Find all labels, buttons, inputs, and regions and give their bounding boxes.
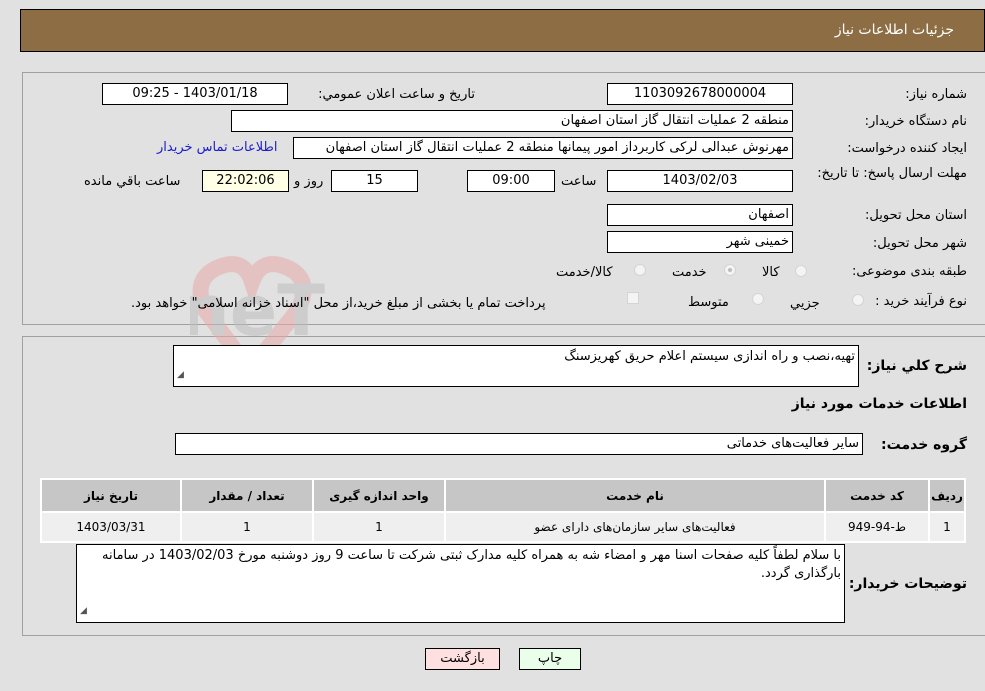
service-group-label: گروه خدمت: xyxy=(881,437,967,453)
treasury-checkbox[interactable] xyxy=(627,292,639,304)
deadline-hour-label: ساعت xyxy=(561,174,597,189)
process-radio-partial[interactable] xyxy=(852,294,864,306)
buyer-notes-label: توضیحات خریدار: xyxy=(848,576,967,592)
services-table: ردیف کد خدمت نام خدمت واحد اندازه گیری ت… xyxy=(40,478,966,543)
back-button[interactable]: بازگشت xyxy=(425,648,500,670)
process-label: نوع فرآیند خرید : xyxy=(875,294,967,309)
city-label: شهر محل تحویل: xyxy=(872,236,967,251)
table-row: 1 ط-94-949 فعالیت‌های سایر سازمان‌های دا… xyxy=(40,511,966,543)
category-option-service: خدمت xyxy=(672,265,707,280)
resize-grip-icon[interactable]: ◢ xyxy=(80,602,87,620)
creator-label: ایجاد کننده درخواست: xyxy=(847,141,967,156)
creator-field: مهرنوش عبدالی لرکی کاربرداز امور پیمانها… xyxy=(293,137,793,159)
announce-label: تاریخ و ساعت اعلان عمومي: xyxy=(318,87,475,102)
description-textarea[interactable]: تهیه،نصب و راه اندازی سیستم اعلام حریق ک… xyxy=(173,345,859,387)
remaining-time-field: 22:02:06 xyxy=(202,170,289,192)
process-option-partial: جزیي xyxy=(790,296,820,311)
process-radio-medium[interactable] xyxy=(752,293,764,305)
treasury-note: پرداخت تمام یا بخشی از مبلغ خرید،از محل … xyxy=(131,296,546,311)
category-radio-goods[interactable] xyxy=(795,265,807,277)
cell-unit: 1 xyxy=(312,511,446,543)
process-option-medium: متوسط xyxy=(688,295,729,310)
province-field: اصفهان xyxy=(607,204,793,226)
page-title: جزئیات اطلاعات نیاز xyxy=(834,22,954,38)
cell-need-date: 1403/03/31 xyxy=(40,511,182,543)
description-label: شرح کلي نیاز: xyxy=(866,358,967,374)
cell-row-number: 1 xyxy=(928,511,966,543)
resize-grip-icon[interactable]: ◢ xyxy=(177,366,184,384)
deadline-time-field: 09:00 xyxy=(467,170,555,192)
col-header-service-code: کد خدمت xyxy=(824,478,930,513)
days-remaining-field: 15 xyxy=(331,170,418,192)
category-option-goods-service: کالا/خدمت xyxy=(556,265,613,280)
buyer-org-field: منطقه 2 عملیات انتقال گاز استان اصفهان xyxy=(231,110,793,132)
category-label: طبقه بندی موضوعی: xyxy=(851,264,967,279)
announce-date-field: 1403/01/18 - 09:25 xyxy=(102,83,288,105)
category-radio-service[interactable] xyxy=(724,264,736,276)
col-header-service-name: نام خدمت xyxy=(444,478,826,513)
buyer-org-label: نام دستگاه خریدار: xyxy=(864,114,967,129)
remaining-label: ساعت باقي مانده xyxy=(84,174,181,189)
cell-service-name: فعالیت‌های سایر سازمان‌های دارای عضو xyxy=(444,511,826,543)
col-header-quantity: تعداد / مقدار xyxy=(180,478,314,513)
category-radio-goods-service[interactable] xyxy=(634,264,646,276)
province-label: استان محل تحویل: xyxy=(865,208,967,223)
city-field: خمینی شهر xyxy=(607,231,793,253)
need-number-label: شماره نیاز: xyxy=(905,87,967,102)
buyer-notes-textarea[interactable]: با سلام لطفاً کلیه صفحات اسنا مهر و امضا… xyxy=(76,544,845,623)
need-number-field: 1103092678000004 xyxy=(607,83,793,105)
print-button[interactable]: چاپ xyxy=(519,648,581,670)
deadline-label: مهلت ارسال پاسخ: تا تاریخ: xyxy=(817,166,967,181)
buyer-contact-link[interactable]: اطلاعات تماس خریدار xyxy=(157,140,277,155)
category-option-goods: کالا xyxy=(762,265,780,280)
services-section-title: اطلاعات خدمات مورد نیاز xyxy=(791,396,967,412)
days-label: روز و xyxy=(294,174,324,189)
page-header: جزئیات اطلاعات نیاز xyxy=(20,9,985,52)
service-group-field: سایر فعالیت‌های خدماتی xyxy=(175,433,863,455)
col-header-need-date: تاریخ نیاز xyxy=(40,478,182,513)
col-header-row-number: ردیف xyxy=(928,478,966,513)
table-header-row: ردیف کد خدمت نام خدمت واحد اندازه گیری ت… xyxy=(40,478,966,513)
deadline-date-field: 1403/02/03 xyxy=(607,170,793,192)
col-header-unit: واحد اندازه گیری xyxy=(312,478,446,513)
cell-service-code: ط-94-949 xyxy=(824,511,930,543)
description-text: تهیه،نصب و راه اندازی سیستم اعلام حریق ک… xyxy=(564,349,855,364)
cell-quantity: 1 xyxy=(180,511,314,543)
buyer-notes-text: با سلام لطفاً کلیه صفحات اسنا مهر و امضا… xyxy=(102,548,841,581)
